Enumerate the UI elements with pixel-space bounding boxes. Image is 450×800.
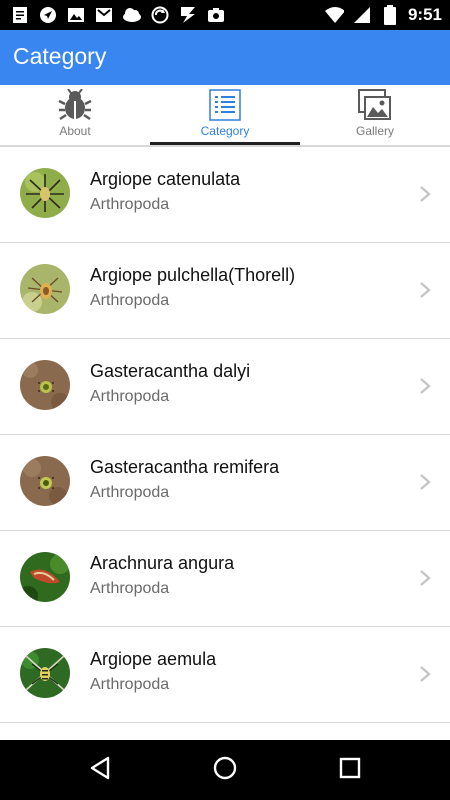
signal-icon [352,5,372,25]
recents-button[interactable] [335,755,365,785]
item-title: Gasteracantha dalyi [90,361,251,381]
battery-icon [380,5,400,25]
spider-thumbnail [20,360,70,410]
chevron-right-icon [418,184,432,204]
back-button[interactable] [85,755,115,785]
spider-thumbnail [20,456,70,506]
list-item[interactable]: Argiope pulchella(Thorell) Arthropoda [0,243,450,339]
cloud-icon [122,5,142,25]
category-list: Argiope catenulata Arthropoda Argiope pu… [0,147,450,740]
chevron-right-icon [418,664,432,684]
gallery-icon [358,89,392,121]
chevron-right-icon [418,376,432,396]
notes-icon [10,5,30,25]
item-subtitle: Arthropoda [90,388,170,405]
bug-icon [58,88,92,121]
recents-icon [338,756,362,785]
clock: 9:51 [407,5,442,24]
mail-icon [94,5,114,25]
tab-gallery-label: Gallery [355,124,394,138]
sync-icon [150,5,170,25]
item-title: Argiope pulchella(Thorell) [90,265,296,285]
item-subtitle: Arthropoda [90,676,170,693]
item-subtitle: Arthropoda [90,580,170,597]
tab-about-label: About [59,124,91,138]
navigation-bar [0,740,450,800]
navigation-icon [38,5,58,25]
spider-thumbnail [20,264,70,314]
tab-category-label: Category [200,124,250,138]
system-icons: 9:51 [324,5,442,25]
notification-icons [10,5,226,25]
download-icon [178,5,198,25]
item-title: Arachnura angura [90,553,235,573]
wifi-icon [324,5,344,25]
item-title: Gasteracantha remifera [90,457,280,477]
spider-thumbnail [20,168,70,218]
chevron-right-icon [418,472,432,492]
item-subtitle: Arthropoda [90,484,170,501]
list-item[interactable]: Gasteracantha dalyi Arthropoda [0,339,450,435]
list-item[interactable]: Argiope catenulata Arthropoda [0,147,450,243]
spider-thumbnail [20,648,70,698]
tab-category[interactable]: Category [150,85,300,145]
tab-gallery[interactable]: Gallery [300,85,450,145]
tab-indicator [150,142,300,145]
chevron-right-icon [418,568,432,588]
item-subtitle: Arthropoda [90,292,170,309]
item-title: Argiope catenulata [90,169,241,189]
list-item[interactable]: Gasteracantha remifera Arthropoda [0,435,450,531]
spider-thumbnail [20,552,70,602]
tab-bar: About Category Gallery [0,85,450,147]
status-bar: 9:51 [0,0,450,30]
item-title: Argiope aemula [90,649,217,669]
home-icon [212,755,238,786]
list-item[interactable]: Argiope aemula Arthropoda [0,627,450,723]
list-icon [208,89,242,121]
app-bar: Category [0,30,450,85]
item-subtitle: Arthropoda [90,196,170,213]
home-button[interactable] [210,755,240,785]
list-item[interactable]: Arachnura angura Arthropoda [0,531,450,627]
image-icon [66,5,86,25]
page-title: Category [13,43,107,69]
tab-about[interactable]: About [0,85,150,145]
camera-icon [206,5,226,25]
back-icon [88,755,112,786]
chevron-right-icon [418,280,432,300]
